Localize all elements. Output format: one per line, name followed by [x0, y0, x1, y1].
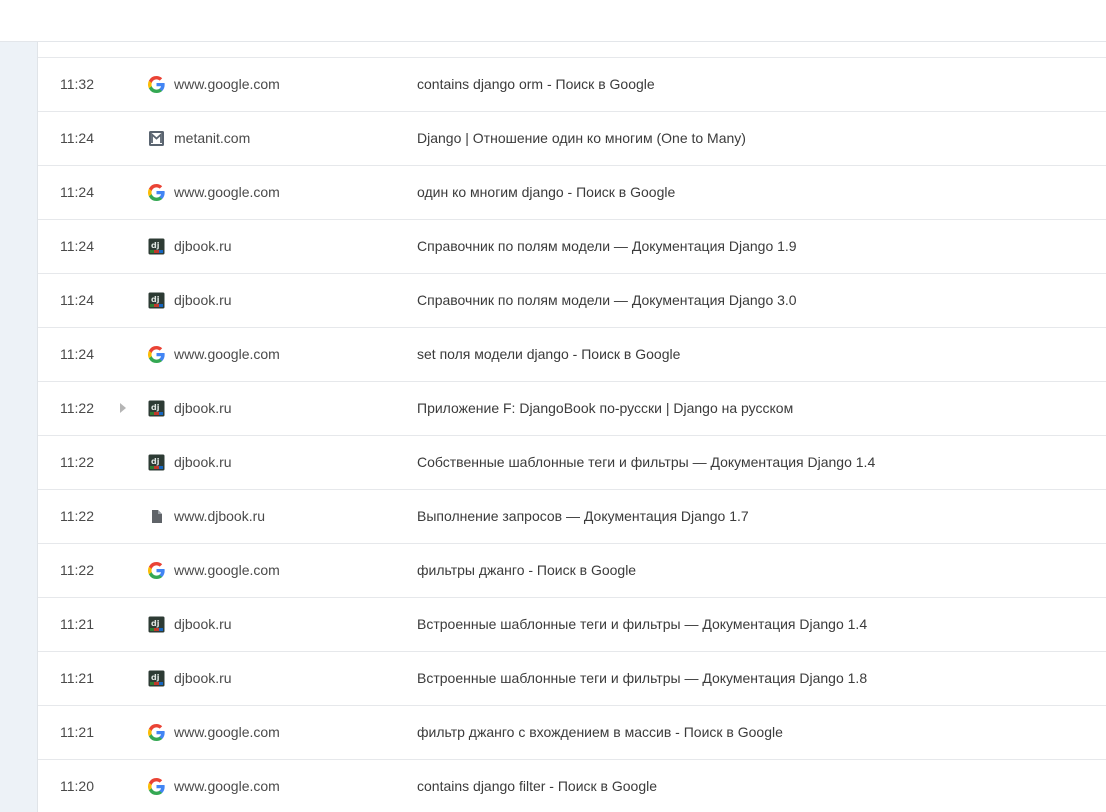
visit-time: 11:21 [60, 724, 94, 740]
site-domain[interactable]: djbook.ru [174, 274, 232, 327]
svg-text:dj: dj [151, 457, 160, 466]
page-title-link[interactable]: Справочник по полям модели — Документаци… [417, 220, 797, 273]
site-domain[interactable]: metanit.com [174, 112, 250, 165]
svg-text:dj: dj [151, 403, 160, 412]
google-icon [148, 184, 165, 201]
visit-time: 11:21 [60, 670, 94, 686]
google-icon [148, 562, 165, 579]
metanit-icon [148, 130, 165, 147]
page-title-link[interactable]: фильтр джанго с вхождением в массив - По… [417, 706, 783, 759]
history-list: 11:32 www.google.com contains django orm … [38, 42, 1106, 812]
top-bar [0, 0, 1106, 42]
history-row[interactable]: 11:24 www.google.com set поля модели djan… [38, 328, 1106, 382]
page-title-link[interactable]: Django | Отношение один ко многим (One t… [417, 112, 746, 165]
visit-time: 11:22 [60, 508, 94, 524]
google-icon [148, 778, 165, 795]
svg-text:dj: dj [151, 241, 160, 250]
visit-time: 11:24 [60, 292, 94, 308]
visit-time: 11:22 [60, 562, 94, 578]
site-domain[interactable]: www.google.com [174, 544, 280, 597]
svg-text:dj: dj [151, 673, 160, 682]
history-row[interactable]: 11:32 www.google.com contains django orm … [38, 58, 1106, 112]
history-row[interactable]: 11:20 www.google.com contains django filt… [38, 760, 1106, 812]
site-domain[interactable]: www.djbook.ru [174, 490, 265, 543]
expand-arrow-icon[interactable] [120, 403, 126, 413]
site-domain[interactable]: djbook.ru [174, 598, 232, 651]
site-domain[interactable]: www.google.com [174, 166, 280, 219]
visit-time: 11:20 [60, 778, 94, 794]
page-title-link[interactable]: Встроенные шаблонные теги и фильтры — До… [417, 652, 867, 705]
page-title-link[interactable]: Справочник по полям модели — Документаци… [417, 274, 797, 327]
page-title-link[interactable]: set поля модели django - Поиск в Google [417, 328, 680, 381]
svg-text:dj: dj [151, 295, 160, 304]
djbook-icon: dj [148, 238, 165, 255]
djbook-icon: dj [148, 670, 165, 687]
site-domain[interactable]: djbook.ru [174, 652, 232, 705]
history-row[interactable]: 11:22 dj djbook.ru Собственные шаблонные … [38, 436, 1106, 490]
visit-time: 11:24 [60, 130, 94, 146]
history-row[interactable]: 11:22 www.google.com фильтры джанго - Пои… [38, 544, 1106, 598]
site-domain[interactable]: www.google.com [174, 706, 280, 759]
site-domain[interactable]: djbook.ru [174, 220, 232, 273]
page-title-link[interactable]: Встроенные шаблонные теги и фильтры — До… [417, 598, 867, 651]
page-title-link[interactable]: Выполнение запросов — Документация Djang… [417, 490, 749, 543]
site-domain[interactable]: www.google.com [174, 58, 280, 111]
visit-time: 11:24 [60, 238, 94, 254]
sidebar [0, 42, 38, 812]
visit-time: 11:22 [60, 400, 94, 416]
djbook-icon: dj [148, 292, 165, 309]
history-row[interactable]: 11:24 www.google.com один ко многим djang… [38, 166, 1106, 220]
google-icon [148, 346, 165, 363]
page-title-link[interactable]: Собственные шаблонные теги и фильтры — Д… [417, 436, 875, 489]
history-row[interactable]: 11:21 dj djbook.ru Встроенные шаблонные т… [38, 598, 1106, 652]
page-title-link[interactable]: contains django orm - Поиск в Google [417, 58, 655, 111]
page-title-link[interactable]: Приложение F: DjangoBook по-русски | Dja… [417, 382, 793, 435]
site-domain[interactable]: www.google.com [174, 328, 280, 381]
svg-text:dj: dj [151, 619, 160, 628]
list-top-spacer [38, 42, 1106, 58]
djbook-icon: dj [148, 616, 165, 633]
history-row[interactable]: 11:22 dj djbook.ru Приложение F: DjangoBo… [38, 382, 1106, 436]
page-title-link[interactable]: фильтры джанго - Поиск в Google [417, 544, 636, 597]
visit-time: 11:22 [60, 454, 94, 470]
visit-time: 11:24 [60, 184, 94, 200]
history-row[interactable]: 11:21 dj djbook.ru Встроенные шаблонные т… [38, 652, 1106, 706]
history-row[interactable]: 11:24 metanit.com Django | Отношение один… [38, 112, 1106, 166]
visit-time: 11:24 [60, 346, 94, 362]
history-row[interactable]: 11:21 www.google.com фильтр джанго с вхож… [38, 706, 1106, 760]
djbook-icon: dj [148, 454, 165, 471]
visit-time: 11:32 [60, 76, 94, 92]
visit-time: 11:21 [60, 616, 94, 632]
history-row[interactable]: 11:24 dj djbook.ru Справочник по полям мо… [38, 220, 1106, 274]
google-icon [148, 724, 165, 741]
site-domain[interactable]: djbook.ru [174, 436, 232, 489]
history-row[interactable]: 11:22 www.djbook.ru Выполнение запросов —… [38, 490, 1106, 544]
site-domain[interactable]: www.google.com [174, 760, 280, 812]
page-title-link[interactable]: один ко многим django - Поиск в Google [417, 166, 675, 219]
history-row[interactable]: 11:24 dj djbook.ru Справочник по полям мо… [38, 274, 1106, 328]
file-icon [148, 508, 165, 525]
google-icon [148, 76, 165, 93]
djbook-icon: dj [148, 400, 165, 417]
page-title-link[interactable]: contains django filter - Поиск в Google [417, 760, 657, 812]
site-domain[interactable]: djbook.ru [174, 382, 232, 435]
